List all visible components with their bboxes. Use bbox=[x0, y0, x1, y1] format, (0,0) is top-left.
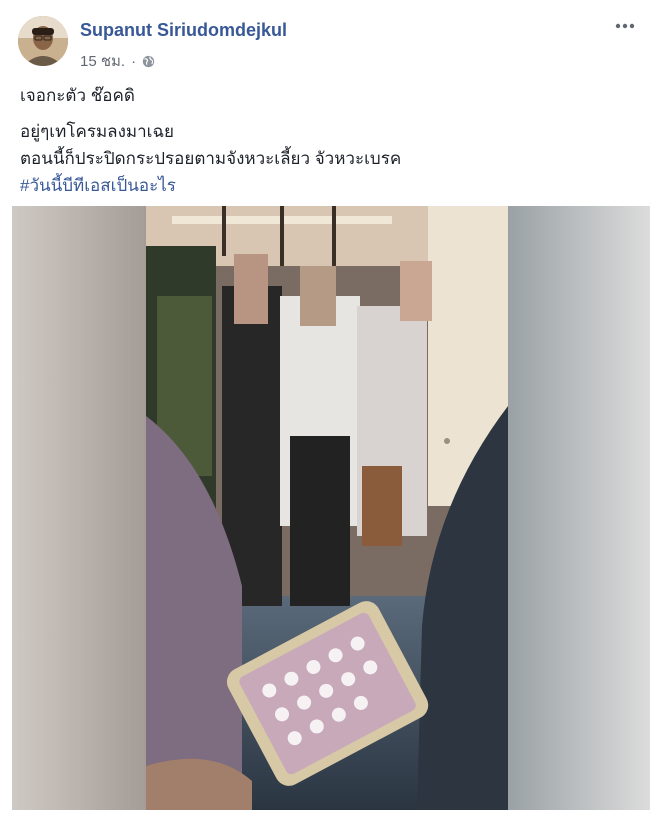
author-name[interactable]: Supanut Siriudomdejkul bbox=[80, 20, 287, 41]
hashtag-link[interactable]: #วันนี้บีทีเอสเป็นอะไร bbox=[20, 172, 176, 199]
post-text-line-1: เจอกะตัว ช๊อคดิ bbox=[20, 86, 135, 105]
meta-separator: · bbox=[131, 52, 137, 70]
facebook-post: Supanut Siriudomdejkul 15 ชม. · เจอกะตัว… bbox=[0, 0, 666, 822]
author-avatar[interactable] bbox=[18, 16, 68, 66]
post-text-line-3: ตอนนี้ก็ประปิดกระปรอยตามจังหวะเลี้ยว จัว… bbox=[20, 149, 402, 168]
globe-icon[interactable] bbox=[142, 55, 155, 68]
post-video[interactable] bbox=[12, 206, 650, 810]
post-text-line-2: อยู่ๆเทโครมลงมาเฉย bbox=[20, 122, 174, 141]
post-timestamp[interactable]: 15 ชม. bbox=[80, 49, 125, 73]
video-frame bbox=[12, 206, 650, 810]
post-meta: 15 ชม. · bbox=[80, 49, 155, 73]
avatar-image bbox=[18, 16, 68, 66]
more-options-icon[interactable] bbox=[612, 16, 638, 36]
